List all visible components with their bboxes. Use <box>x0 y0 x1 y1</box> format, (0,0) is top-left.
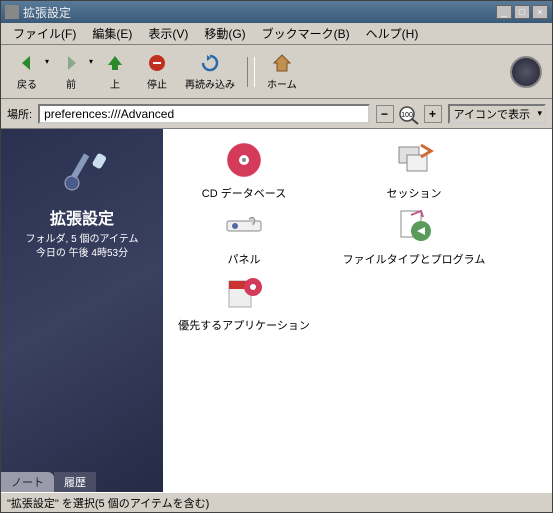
item-session[interactable]: セッション <box>339 139 489 201</box>
zoom-out-button[interactable]: − <box>376 105 394 123</box>
up-label: 上 <box>110 76 120 91</box>
body: 拡張設定 フォルダ, 5 個のアイテム 今日の 午後 4時53分 ノート 履歴 … <box>1 129 552 492</box>
item-label: セッション <box>387 185 442 201</box>
item-filetypes[interactable]: ファイルタイプとプログラム <box>339 205 489 267</box>
location-bar: 場所: − 100 + アイコンで表示 <box>1 99 552 129</box>
sidebar: 拡張設定 フォルダ, 5 個のアイテム 今日の 午後 4時53分 ノート 履歴 <box>1 129 163 492</box>
back-icon <box>16 52 38 74</box>
item-panel[interactable]: パネル <box>169 205 319 267</box>
stop-button[interactable]: 停止 <box>137 50 177 93</box>
zoom-control: − 100 + <box>376 103 442 125</box>
zoom-value: 100 <box>394 103 424 125</box>
window: 拡張設定 _ □ × ファイル(F) 編集(E) 表示(V) 移動(G) ブック… <box>0 0 553 513</box>
forward-button[interactable]: 前 <box>51 50 91 93</box>
item-label: ファイルタイプとプログラム <box>343 251 486 267</box>
location-label: 場所: <box>7 106 32 122</box>
up-button[interactable]: 上 <box>95 50 135 93</box>
up-icon <box>104 52 126 74</box>
minimize-button[interactable]: _ <box>496 5 512 19</box>
filetypes-icon <box>393 205 435 247</box>
status-bar: "拡張設定" を選択(5 個のアイテムを含む) <box>1 492 552 512</box>
tab-history[interactable]: 履歴 <box>54 472 96 492</box>
stop-icon <box>146 52 168 74</box>
tab-notes[interactable]: ノート <box>1 472 54 492</box>
menu-go[interactable]: 移動(G) <box>196 23 253 44</box>
sidebar-tabs: ノート 履歴 <box>1 472 163 492</box>
close-button[interactable]: × <box>532 5 548 19</box>
toolbar-separator <box>247 57 255 87</box>
item-label: パネル <box>228 251 261 267</box>
menubar: ファイル(F) 編集(E) 表示(V) 移動(G) ブックマーク(B) ヘルプ(… <box>1 23 552 45</box>
location-input[interactable] <box>38 104 369 124</box>
toolbar: 戻る ▾ 前 ▾ 上 停止 再読み込み ホーム <box>1 45 552 99</box>
reload-button[interactable]: 再読み込み <box>179 50 241 93</box>
window-title: 拡張設定 <box>23 4 494 21</box>
forward-icon <box>60 52 82 74</box>
home-button[interactable]: ホーム <box>261 50 303 93</box>
sidebar-meta-time: 今日の 午後 4時53分 <box>5 247 159 261</box>
content-pane[interactable]: CD データベース セッション パネル ファイルタイプとプログラム 優先するアプ… <box>163 129 552 492</box>
app-icon <box>5 5 19 19</box>
menu-bookmarks[interactable]: ブックマーク(B) <box>254 23 358 44</box>
back-button[interactable]: 戻る <box>7 50 47 93</box>
preferred-apps-icon <box>223 271 265 313</box>
cd-icon <box>223 139 265 181</box>
forward-label: 前 <box>66 76 76 91</box>
view-mode-label: アイコンで表示 <box>454 106 530 122</box>
home-icon <box>271 52 293 74</box>
titlebar: 拡張設定 _ □ × <box>1 1 552 23</box>
status-text: "拡張設定" を選択(5 個のアイテムを含む) <box>7 495 209 511</box>
svg-text:100: 100 <box>401 112 413 119</box>
sidebar-icon <box>52 139 112 199</box>
stop-label: 停止 <box>147 76 167 91</box>
throbber-icon <box>510 56 542 88</box>
sidebar-meta-items: フォルダ, 5 個のアイテム <box>5 233 159 247</box>
reload-label: 再読み込み <box>185 76 235 91</box>
menu-edit[interactable]: 編集(E) <box>84 23 140 44</box>
item-preferred-apps[interactable]: 優先するアプリケーション <box>169 271 319 333</box>
sidebar-title: 拡張設定 <box>1 205 163 229</box>
menu-help[interactable]: ヘルプ(H) <box>358 23 427 44</box>
item-label: CD データベース <box>202 185 286 201</box>
item-label: 優先するアプリケーション <box>178 317 310 333</box>
session-icon <box>393 139 435 181</box>
reload-icon <box>199 52 221 74</box>
home-label: ホーム <box>267 76 297 91</box>
panel-icon <box>223 205 265 247</box>
zoom-in-button[interactable]: + <box>424 105 442 123</box>
view-mode-select[interactable]: アイコンで表示 <box>448 104 546 124</box>
menu-view[interactable]: 表示(V) <box>140 23 196 44</box>
back-dropdown[interactable]: ▾ <box>45 57 49 66</box>
back-label: 戻る <box>17 76 37 91</box>
forward-dropdown[interactable]: ▾ <box>89 57 93 66</box>
menu-file[interactable]: ファイル(F) <box>5 23 84 44</box>
maximize-button[interactable]: □ <box>514 5 530 19</box>
item-cd-database[interactable]: CD データベース <box>169 139 319 201</box>
sidebar-meta: フォルダ, 5 個のアイテム 今日の 午後 4時53分 <box>1 233 163 261</box>
